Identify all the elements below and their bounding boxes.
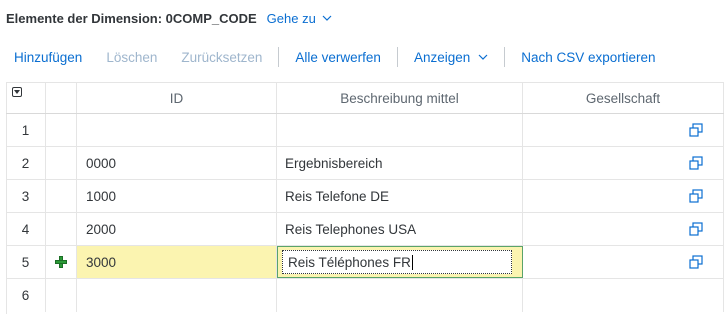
column-header-company[interactable]: Gesellschaft — [523, 83, 724, 113]
row-flag-cell — [46, 114, 77, 146]
header-flag-cell — [46, 83, 77, 113]
value-help-icon[interactable] — [689, 156, 703, 170]
table-row-new[interactable]: 5 3000 Reis Téléphones FR — [6, 246, 724, 279]
table-row[interactable]: 2 0000 Ergebnisbereich — [6, 147, 724, 180]
toolbar-separator — [504, 47, 506, 67]
discard-all-button[interactable]: Alle verwerfen — [283, 50, 393, 65]
column-menu-icon[interactable] — [12, 87, 22, 97]
value-help-icon[interactable] — [689, 222, 703, 236]
row-number: 4 — [6, 213, 46, 245]
toolbar: Hinzufügen Löschen Zurücksetzen Alle ver… — [0, 44, 668, 70]
row-number: 6 — [6, 279, 46, 312]
value-help-icon[interactable] — [689, 123, 703, 137]
description-cell[interactable]: Reis Telefone DE — [277, 180, 523, 212]
title-bar: Elemente der Dimension: 0COMP_CODE Gehe … — [6, 8, 332, 28]
row-number: 1 — [6, 114, 46, 146]
description-cell[interactable] — [277, 114, 523, 146]
goto-label: Gehe zu — [266, 10, 316, 26]
company-cell[interactable] — [523, 213, 724, 245]
company-cell[interactable] — [523, 180, 724, 212]
show-menu-label: Anzeigen — [413, 49, 471, 65]
row-flag-cell — [46, 246, 77, 278]
company-cell[interactable] — [523, 279, 724, 312]
table-header-row: ID Beschreibung mittel Gesellschaft — [6, 82, 724, 114]
delete-button[interactable]: Löschen — [94, 50, 169, 65]
id-cell[interactable]: 0000 — [77, 147, 277, 179]
description-cell[interactable]: Reis Telephones USA — [277, 213, 523, 245]
description-editor-value: Reis Téléphones FR — [288, 254, 411, 270]
row-flag-cell — [46, 213, 77, 245]
toolbar-separator — [278, 47, 280, 67]
row-number: 3 — [6, 180, 46, 212]
id-cell[interactable]: 1000 — [77, 180, 277, 212]
description-cell[interactable]: Ergebnisbereich — [277, 147, 523, 179]
export-csv-button[interactable]: Nach CSV exportieren — [509, 50, 667, 65]
text-caret — [411, 254, 413, 270]
row-number: 2 — [6, 147, 46, 179]
row-flag-cell — [46, 147, 77, 179]
column-header-description[interactable]: Beschreibung mittel — [277, 83, 523, 113]
show-menu-button[interactable]: Anzeigen — [402, 50, 500, 65]
description-cell[interactable]: Reis Téléphones FR — [277, 246, 523, 278]
chevron-down-icon — [322, 15, 332, 21]
row-number: 5 — [6, 246, 46, 278]
column-menu-cell[interactable] — [6, 83, 46, 113]
add-button[interactable]: Hinzufügen — [0, 50, 94, 65]
id-cell[interactable]: 2000 — [77, 213, 277, 245]
value-help-icon[interactable] — [689, 255, 703, 269]
table-row[interactable]: 4 2000 Reis Telephones USA — [6, 213, 724, 246]
row-flag-cell — [46, 180, 77, 212]
reset-button[interactable]: Zurücksetzen — [169, 50, 274, 65]
id-cell[interactable] — [77, 114, 277, 146]
table-row[interactable]: 3 1000 Reis Telefone DE — [6, 180, 724, 213]
company-cell[interactable] — [523, 246, 724, 278]
id-cell[interactable]: 3000 — [77, 246, 277, 278]
member-table: ID Beschreibung mittel Gesellschaft 1 2 … — [6, 82, 724, 312]
id-cell[interactable] — [77, 279, 277, 312]
company-cell[interactable] — [523, 114, 724, 146]
column-header-id[interactable]: ID — [77, 83, 277, 113]
toolbar-separator — [396, 47, 398, 67]
page-title: Elemente der Dimension: 0COMP_CODE — [6, 10, 257, 26]
table-row[interactable]: 6 — [6, 279, 724, 312]
row-flag-cell — [46, 279, 77, 312]
description-cell[interactable] — [277, 279, 523, 312]
chevron-down-icon — [478, 54, 488, 60]
goto-menu[interactable]: Gehe zu — [267, 11, 332, 26]
company-cell[interactable] — [523, 147, 724, 179]
description-editor[interactable]: Reis Téléphones FR — [282, 250, 512, 274]
value-help-icon[interactable] — [689, 189, 703, 203]
plus-icon — [55, 256, 67, 268]
table-row[interactable]: 1 — [6, 114, 724, 147]
